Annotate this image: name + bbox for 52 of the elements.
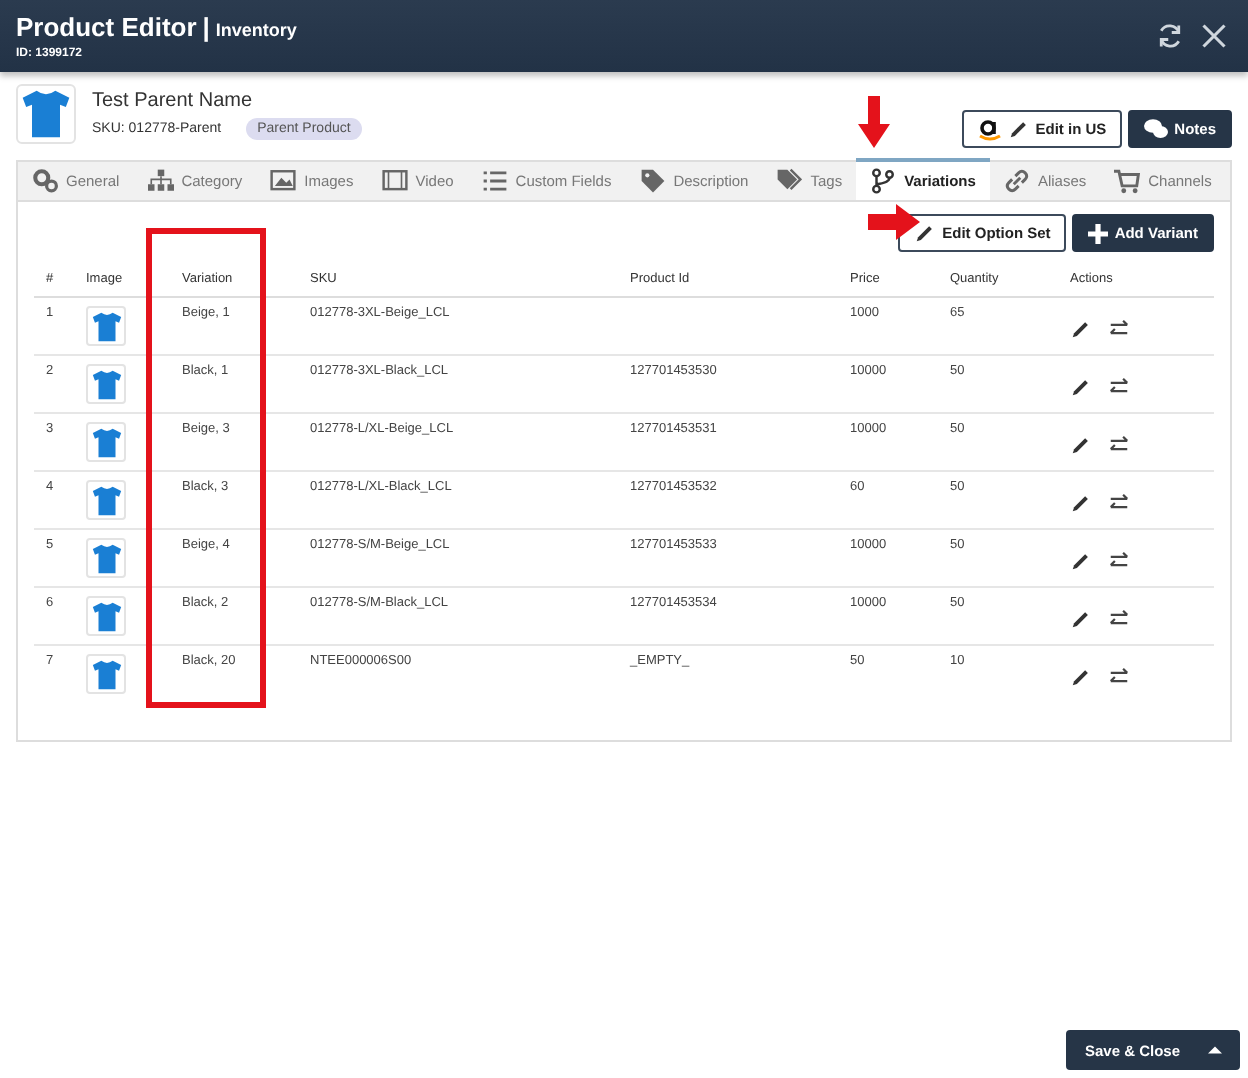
cart-icon [1114, 168, 1141, 194]
edit-button[interactable] [1070, 666, 1092, 688]
swap-icon [1108, 666, 1130, 688]
swap-icon [1108, 608, 1130, 630]
title-separator: | [202, 12, 210, 42]
window-subtitle: Inventory [215, 20, 297, 40]
swap-icon [1108, 550, 1130, 572]
amazon-icon [977, 115, 1002, 141]
sitemap-icon [147, 168, 174, 194]
link-icon [1003, 168, 1030, 194]
pencil-icon [1007, 117, 1030, 139]
caret-up-icon [1208, 1046, 1222, 1054]
tags-icon [776, 168, 803, 194]
swap-button[interactable] [1108, 550, 1130, 572]
window-title: Product Editor [16, 12, 197, 42]
swap-button[interactable] [1108, 318, 1130, 340]
swap-button[interactable] [1108, 492, 1130, 514]
tag-icon [639, 168, 666, 194]
edit-button[interactable] [1070, 376, 1092, 398]
annotation-arrow [868, 204, 920, 240]
swap-button[interactable] [1108, 434, 1130, 456]
swap-button[interactable] [1108, 608, 1130, 630]
edit-button[interactable] [1070, 608, 1092, 630]
pencil-icon [1070, 492, 1092, 514]
list-icon [481, 168, 508, 194]
comments-icon [1144, 117, 1169, 139]
plus-icon [1088, 223, 1109, 243]
branch-icon [870, 168, 897, 194]
swap-icon [1108, 318, 1130, 340]
edit-button[interactable] [1070, 434, 1092, 456]
edit-button[interactable] [1070, 492, 1092, 514]
pencil-icon [1070, 376, 1092, 398]
edit-button[interactable] [1070, 318, 1092, 340]
film-icon [381, 168, 408, 194]
swap-icon [1108, 376, 1130, 398]
swap-icon [1108, 492, 1130, 514]
pencil-icon [1070, 434, 1092, 456]
swap-icon [1108, 434, 1130, 456]
swap-button[interactable] [1108, 666, 1130, 688]
pencil-icon [1070, 666, 1092, 688]
close-icon [1200, 22, 1228, 50]
pencil-icon [1070, 550, 1092, 572]
annotation-arrow [858, 96, 890, 148]
refresh-icon [1156, 22, 1184, 50]
pencil-icon [914, 222, 937, 244]
pencil-icon [1070, 608, 1092, 630]
gears-icon [32, 168, 58, 194]
image-icon [270, 168, 297, 194]
pencil-icon [1070, 318, 1092, 340]
product-name: Test Parent Name [92, 89, 255, 111]
swap-button[interactable] [1108, 376, 1130, 398]
edit-button[interactable] [1070, 550, 1092, 572]
